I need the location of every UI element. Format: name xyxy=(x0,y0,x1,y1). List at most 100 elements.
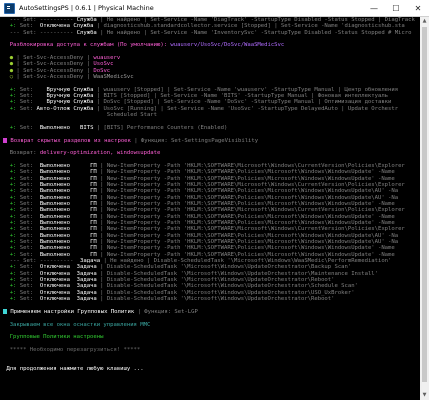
close-button[interactable]: ✕ xyxy=(407,0,429,16)
console-text: Отключена xyxy=(36,283,74,290)
console-text: Выполнено xyxy=(36,220,74,226)
console-text: +: xyxy=(3,220,20,226)
console-text: Выполнено xyxy=(36,162,74,169)
console-text: ГП xyxy=(73,239,101,246)
console-text: ГП xyxy=(73,245,101,252)
console-text: Задача xyxy=(76,258,104,265)
console-text: +: xyxy=(3,207,20,214)
console-text: +: xyxy=(3,175,20,182)
console-text: | New-ItemProperty -Path 'HKLM:\SOFTWARE… xyxy=(100,213,395,220)
vertical-scrollbar[interactable]: ▲ ▼ xyxy=(420,17,429,400)
minimize-button[interactable]: — xyxy=(363,0,385,16)
console-text: Выполнено xyxy=(36,181,74,188)
console-text: Для продолжения нажмите любую клавишу ..… xyxy=(3,365,144,372)
console-text: +: xyxy=(3,93,20,100)
console-text: +: xyxy=(3,270,20,277)
console-text: Закрываем все окна оснастки управления M… xyxy=(3,321,151,328)
console-text: ● xyxy=(3,61,17,68)
console-text: ГП xyxy=(73,251,101,258)
console-text: Групповые Политики настроены xyxy=(3,334,104,341)
console-text: Отключена xyxy=(36,264,74,271)
console-text: Set: xyxy=(19,239,37,246)
console-text: | New-ItemProperty -Path 'HKLM:\SOFTWARE… xyxy=(100,251,395,258)
console-text: ГП xyxy=(73,169,101,176)
console-text: +: xyxy=(3,251,20,258)
console-text: ГП xyxy=(73,220,101,226)
console-text: Выполнено xyxy=(36,169,74,176)
title-bar[interactable]: AutoSettingsPS | 0.6.1 | Physical Machin… xyxy=(0,0,429,17)
console-text: | New-ItemProperty -Path 'HKLM:\SOFTWARE… xyxy=(100,194,399,201)
console-text: | New-ItemProperty -Path 'HKLM:\SOFTWARE… xyxy=(100,175,395,182)
console-text: Set: xyxy=(19,283,37,290)
console-text: --- xyxy=(3,258,24,265)
console-text: | Disable-ScheduledTask '\Microsoft\Wind… xyxy=(100,289,355,296)
console-text: Set: xyxy=(19,162,37,169)
window-title: AutoSettingsPS | 0.6.1 | Physical Machin… xyxy=(19,4,154,12)
console-text: Авто-Отлож xyxy=(36,105,74,112)
console-text: +: xyxy=(3,277,20,284)
console-text: Применяем настройки Групповых Политик xyxy=(7,308,138,315)
console-window: AutoSettingsPS | 0.6.1 | Physical Machin… xyxy=(0,0,429,400)
console-text: ГП xyxy=(73,175,101,182)
console-line: Для продолжения нажмите любую клавишу ..… xyxy=(0,366,420,372)
console-text: Выполнено xyxy=(36,239,74,246)
console-text: Scheduled Start xyxy=(106,112,157,119)
console-text: | New-ItemProperty -Path 'HKLM:\SOFTWARE… xyxy=(100,220,395,226)
console-text: +: xyxy=(3,194,20,201)
console-text: +: xyxy=(3,245,20,252)
console-output[interactable]: --- Set: ---------- Служба | Не найдено … xyxy=(0,17,420,400)
console-text: ГП xyxy=(73,226,101,233)
console-text: Set: xyxy=(19,181,37,188)
console-text: Отключена xyxy=(36,296,74,303)
console-text: | wuauserv [Stopped] | Set-Service -Name… xyxy=(96,86,399,93)
console-text: | Disable-ScheduledTask '\Microsoft\Wind… xyxy=(100,296,335,303)
console-text: Служба xyxy=(76,17,101,23)
console-text: | New-ItemProperty -Path 'HKLM:\SOFTWARE… xyxy=(100,200,395,207)
console-text: Служба xyxy=(76,29,101,36)
console-text: | Не найдено | Set-Service -Name 'DiagTr… xyxy=(100,17,415,23)
console-text: WaaSMedicSvc xyxy=(93,74,134,81)
console-text: Выполнено xyxy=(36,200,74,207)
console-text: ГП xyxy=(73,200,101,207)
console-text: Задача xyxy=(73,270,101,277)
console-text: | Не найдено | Disable-ScheduledTask '\M… xyxy=(103,258,392,265)
scrollbar-thumb[interactable] xyxy=(422,27,427,382)
console-text: Вручную xyxy=(36,99,74,106)
console-text: Задача xyxy=(73,277,101,284)
console-text: ГП xyxy=(73,188,101,195)
console-text: | UsoSvc [Running] | Set-Service -Name '… xyxy=(96,105,399,112)
console-text: | Disable-ScheduledTask '\Microsoft\Wind… xyxy=(100,270,378,277)
console-text: | Не найдено | Set-Service -Name 'Invent… xyxy=(100,29,412,36)
console-text: Set: xyxy=(23,258,40,265)
console-text: Выполнено xyxy=(36,213,74,220)
console-text: | diagnosticshub.standardcollector.servi… xyxy=(96,23,405,30)
console-text: Отключена xyxy=(36,270,74,277)
console-text: | [BITS] Performance Counters (Enabled) xyxy=(96,124,228,131)
console-text: | Set-Svc-AccessDeny | xyxy=(16,74,94,81)
scroll-down-icon[interactable]: ▼ xyxy=(420,391,429,400)
console-text: Set: xyxy=(19,270,37,277)
maximize-button[interactable]: ☐ xyxy=(385,0,407,16)
console-text: Задача xyxy=(73,296,101,303)
powershell-icon xyxy=(4,2,15,14)
console-text: | New-ItemProperty -Path 'HKLM:\SOFTWARE… xyxy=(100,245,395,252)
console-text: | Функция: Set-SettingsPageVisibility xyxy=(134,137,259,144)
console-text: Set: xyxy=(19,188,37,195)
console-text: | New-ItemProperty -Path 'HKLM:\SOFTWARE… xyxy=(100,226,405,233)
console-text: Set: xyxy=(19,220,37,226)
console-text: Выполнено xyxy=(36,188,74,195)
console-text: | Set-Svc-AccessDeny | xyxy=(16,55,94,62)
console-text: Set: xyxy=(19,264,37,271)
console-text: +: xyxy=(3,162,20,169)
scroll-up-icon[interactable]: ▲ xyxy=(420,17,429,26)
console-text: wuauserv/UsoSvc/DoSvc/WaaSMedicSvc xyxy=(170,42,285,49)
console-text: Set: xyxy=(19,93,37,100)
console-text: Вручную xyxy=(36,93,74,100)
console-text: Set: xyxy=(19,251,37,258)
console-text: Вручную xyxy=(36,86,74,93)
console-text: +: xyxy=(3,188,20,195)
console-text: Set: xyxy=(19,289,37,296)
console-text: ГП xyxy=(73,232,101,239)
console-text: Set: xyxy=(19,23,37,30)
